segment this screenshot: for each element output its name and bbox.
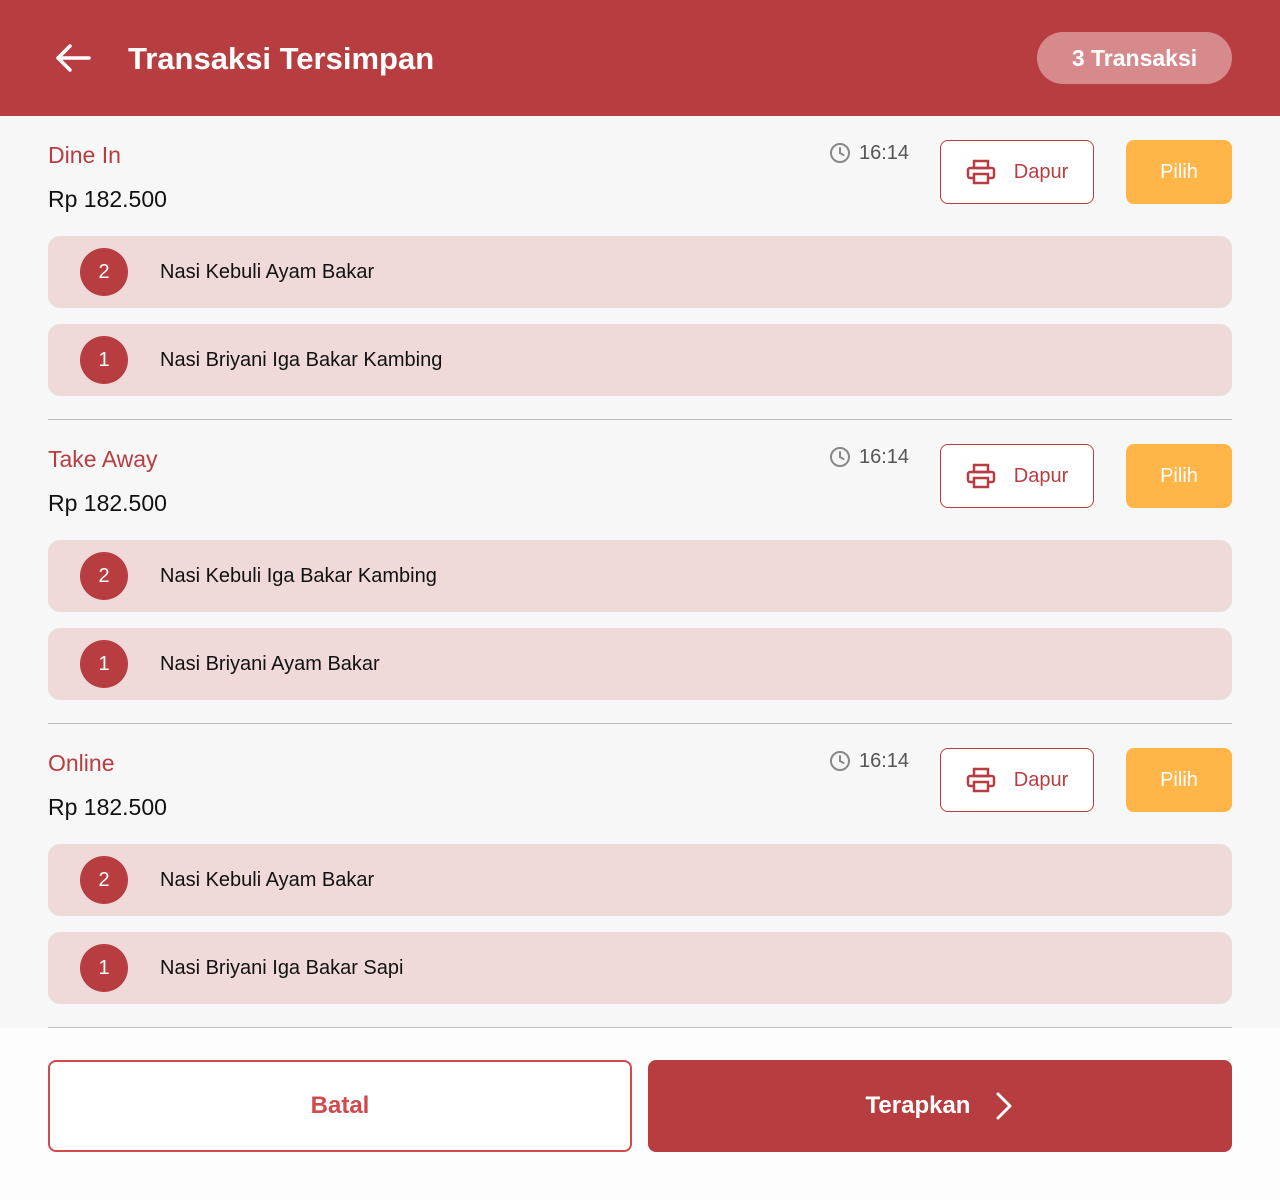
transaction-count-badge: 3 Transaksi [1037,32,1232,84]
item-quantity-badge: 2 [80,552,128,600]
item-quantity-badge: 2 [80,248,128,296]
print-kitchen-button[interactable]: Dapur [940,748,1094,812]
transaction-card: Take Away Rp 182.500 16:14 Dapur Pilih 2… [48,420,1232,724]
order-total: Rp 182.500 [48,186,167,212]
print-kitchen-label: Dapur [1013,464,1069,487]
chevron-right-icon [996,1092,1012,1120]
select-transaction-button[interactable]: Pilih [1126,140,1232,204]
page-title: Transaksi Tersimpan [128,41,435,76]
item-name: Nasi Briyani Iga Bakar Sapi [160,957,404,979]
item-name: Nasi Briyani Iga Bakar Kambing [160,349,443,371]
printer-icon [966,463,995,489]
item-name: Nasi Kebuli Iga Bakar Kambing [160,565,437,587]
order-type: Take Away [48,446,158,472]
print-kitchen-label: Dapur [1013,768,1069,791]
item-quantity-badge: 1 [80,640,128,688]
item-quantity-badge: 1 [80,336,128,384]
transaction-card: Dine In Rp 182.500 16:14 Dapur Pilih 2 N… [48,116,1232,420]
clock-icon [830,447,850,467]
item-name: Nasi Kebuli Ayam Bakar [160,869,375,891]
apply-button-label: Terapkan [865,1092,971,1119]
order-total: Rp 182.500 [48,490,167,516]
order-item: 2 Nasi Kebuli Ayam Bakar [48,844,1232,916]
action-footer: Batal Terapkan [0,1028,1280,1200]
cancel-button[interactable]: Batal [48,1060,632,1152]
transaction-card: Online Rp 182.500 16:14 Dapur Pilih 2 Na… [48,724,1232,1028]
select-transaction-button[interactable]: Pilih [1126,444,1232,508]
order-time: 16:14 [829,442,909,472]
order-time-text: 16:14 [859,141,910,164]
order-item: 2 Nasi Kebuli Iga Bakar Kambing [48,540,1232,612]
print-kitchen-button[interactable]: Dapur [940,140,1094,204]
order-item: 1 Nasi Briyani Iga Bakar Sapi [48,932,1232,1004]
order-item: 1 Nasi Briyani Iga Bakar Kambing [48,324,1232,396]
app-header: Transaksi Tersimpan 3 Transaksi [0,0,1280,116]
item-name: Nasi Kebuli Ayam Bakar [160,261,375,283]
printer-icon [966,159,995,185]
apply-button[interactable]: Terapkan [648,1060,1232,1152]
item-quantity-badge: 1 [80,944,128,992]
order-type: Dine In [48,142,121,168]
order-time-text: 16:14 [859,445,910,468]
back-button[interactable] [52,40,94,76]
order-time: 16:14 [829,138,909,168]
order-type: Online [48,750,115,776]
order-time-text: 16:14 [859,749,910,772]
order-item: 2 Nasi Kebuli Ayam Bakar [48,236,1232,308]
arrow-left-icon [56,44,91,72]
order-time: 16:14 [829,746,909,776]
print-kitchen-button[interactable]: Dapur [940,444,1094,508]
clock-icon [830,751,850,771]
transaction-list: Dine In Rp 182.500 16:14 Dapur Pilih 2 N… [0,116,1280,1028]
order-item: 1 Nasi Briyani Ayam Bakar [48,628,1232,700]
select-transaction-button[interactable]: Pilih [1126,748,1232,812]
item-quantity-badge: 2 [80,856,128,904]
printer-icon [966,767,995,793]
order-total: Rp 182.500 [48,794,167,820]
item-name: Nasi Briyani Ayam Bakar [160,653,380,675]
clock-icon [830,143,850,163]
print-kitchen-label: Dapur [1013,160,1069,183]
